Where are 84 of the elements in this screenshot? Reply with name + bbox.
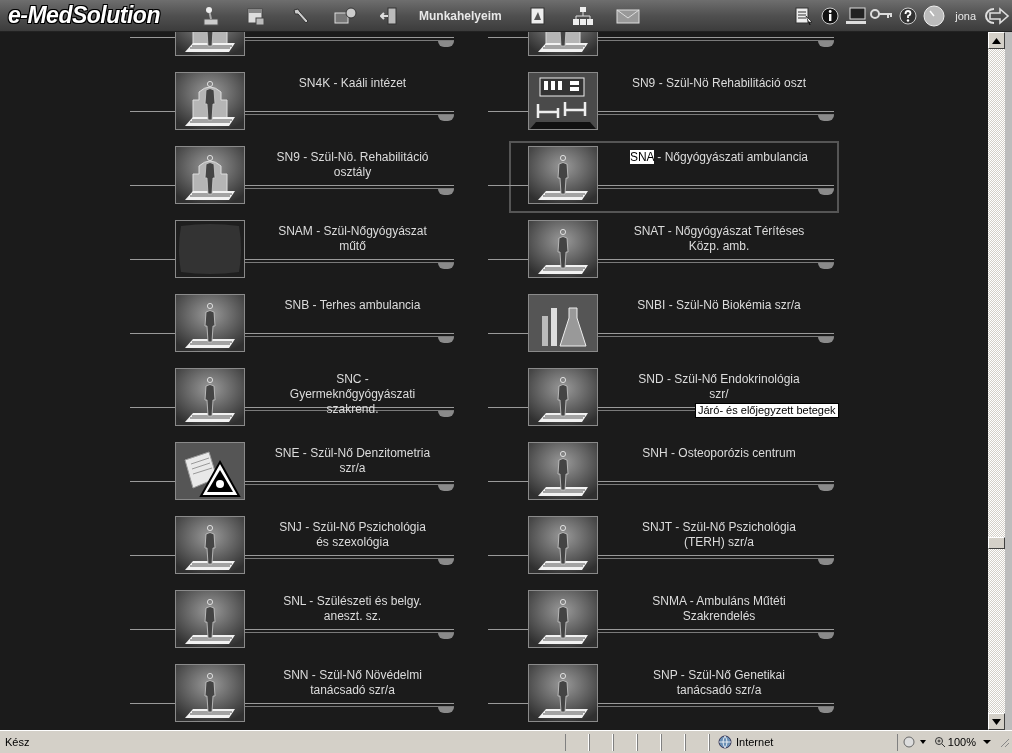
radiation-warning-icon[interactable] [175, 442, 245, 500]
figure-with-building-icon[interactable] [175, 72, 245, 130]
handle-tab[interactable] [438, 189, 454, 195]
department-link[interactable]: SNJ - Szül-Nő Pszichológia és szexológia [273, 520, 432, 550]
handle-tab[interactable] [818, 115, 834, 121]
standing-figure-icon[interactable] [175, 590, 245, 648]
zoom-level-button[interactable]: 100% [933, 736, 976, 748]
department-link[interactable]: SNAT - Nőgyógyászat Térítéses Közp. amb. [629, 224, 809, 254]
department-link[interactable]: SNL - Szülészeti és belgy. aneszt. sz. [273, 594, 432, 624]
caret-icon[interactable] [982, 738, 992, 746]
down-arrow-icon [992, 718, 1001, 725]
app-logo: e-MedSolution [8, 2, 161, 29]
handle-tab[interactable] [438, 263, 454, 269]
handle-tab[interactable] [818, 559, 834, 565]
standing-figure-icon[interactable] [528, 442, 598, 500]
scrollbar[interactable] [988, 32, 1005, 730]
handle-tab[interactable] [818, 189, 834, 195]
magnifier-icon [933, 736, 946, 748]
clock-icon[interactable] [923, 4, 946, 27]
department-link[interactable]: SNE - Szül-Nő Denzitometria szr/a [273, 446, 432, 476]
department-link[interactable]: SNA - Nőgyógyászati ambulancia [629, 150, 809, 165]
standing-figure-icon[interactable] [528, 220, 598, 278]
department-link[interactable]: SNBI - Szül-Nö Biokémia szr/a [637, 298, 801, 313]
standing-figure-icon[interactable] [175, 516, 245, 574]
department-link[interactable]: SNAM - Szül-Nőgyógyászat műtő [273, 224, 432, 254]
up-arrow-icon [992, 37, 1001, 44]
hospital-beds-icon[interactable] [528, 72, 598, 130]
joystick-icon[interactable] [201, 5, 220, 26]
handle-tab[interactable] [818, 485, 834, 491]
standing-figure-icon[interactable] [175, 294, 245, 352]
calendar-icon[interactable] [245, 5, 266, 26]
standing-figure-icon[interactable] [528, 590, 598, 648]
toolbar-link[interactable]: jona [947, 9, 984, 22]
standing-figure-icon[interactable] [175, 664, 245, 722]
handle-tab[interactable] [818, 633, 834, 639]
department-link[interactable]: SNP - Szül-Nő Genetikai tanácsadó szr/a [629, 668, 809, 698]
department-link[interactable]: SN9 - Szül-Nö. Rehabilitáció osztály [273, 150, 432, 180]
standing-figure-icon[interactable] [528, 516, 598, 574]
monitor-icon[interactable] [333, 5, 358, 26]
handle-tab[interactable] [438, 485, 454, 491]
hierarchy-icon[interactable] [572, 5, 595, 26]
handle-tab[interactable] [818, 337, 834, 343]
toolbar-link[interactable]: Munkahelyeim [413, 8, 516, 23]
scroll-up-button[interactable] [988, 32, 1005, 49]
standing-figure-icon[interactable] [528, 146, 598, 204]
handle-tab[interactable] [438, 633, 454, 639]
department-link[interactable]: SNMA - Ambuláns Műtéti Szakrendelés [629, 594, 809, 624]
handle-tab[interactable] [818, 41, 834, 47]
department-link[interactable]: SNH - Osteoporózis centrum [642, 446, 796, 461]
globe-icon [718, 735, 732, 749]
figure-with-building-icon[interactable] [175, 146, 245, 204]
handle-tab[interactable] [438, 337, 454, 343]
empty-image-icon[interactable] [175, 220, 245, 278]
protected-mode-icon[interactable] [901, 735, 928, 749]
wrench-icon[interactable] [290, 5, 311, 26]
handle-tab[interactable] [438, 41, 454, 47]
handle-tab[interactable] [818, 263, 834, 269]
department-link[interactable]: SNN - Szül-Nő Növédelmi tanácsadó szr/a [273, 668, 432, 698]
standing-figure-icon[interactable] [175, 368, 245, 426]
status-text: Kész [5, 736, 31, 748]
tooltip: Járó- és előjegyzett betegek [695, 403, 839, 418]
department-link[interactable]: SND - Szül-Nő Endokrinológia szr/ [629, 372, 809, 402]
handle-tab[interactable] [438, 115, 454, 121]
computer-icon[interactable] [845, 5, 868, 26]
lab-flask-icon[interactable] [528, 294, 598, 352]
department-link[interactable]: SNJT - Szül-Nő Pszichológia (TERH) szr/a [629, 520, 809, 550]
resize-grip-icon[interactable] [998, 736, 1010, 748]
zone-text: Internet [736, 736, 774, 748]
document-icon[interactable] [529, 5, 548, 26]
department-link[interactable]: SN9 - Szül-Nö Rehabilitáció oszt [631, 76, 807, 91]
standing-figure-icon[interactable] [528, 368, 598, 426]
handle-tab[interactable] [438, 707, 454, 713]
handle-tab[interactable] [438, 411, 454, 417]
scroll-thumb[interactable] [988, 537, 1005, 549]
department-link[interactable]: SN4K - Kaáli intézet [298, 76, 407, 91]
info-icon[interactable] [820, 5, 841, 26]
help-icon[interactable] [898, 5, 919, 26]
handle-tab[interactable] [438, 559, 454, 565]
exit-icon[interactable] [984, 5, 1010, 26]
department-link[interactable]: SNB - Terhes ambulancia [284, 298, 421, 313]
standing-figure-icon[interactable] [528, 664, 598, 722]
list-icon[interactable] [794, 5, 815, 26]
scroll-down-button[interactable] [988, 713, 1005, 730]
handle-tab[interactable] [818, 707, 834, 713]
